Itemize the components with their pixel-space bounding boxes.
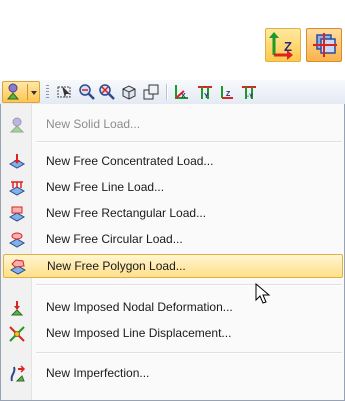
sectional-view-icon[interactable]	[306, 28, 342, 62]
zoom-all-icon[interactable]	[98, 83, 116, 101]
svg-text:X: X	[181, 93, 186, 100]
select-icon[interactable]	[56, 83, 74, 101]
imposed-line-displacement-icon	[8, 325, 26, 343]
mouse-cursor-icon	[255, 283, 271, 304]
free-circular-load-icon	[8, 231, 26, 249]
menu-item-new-free-concentrated-load[interactable]: New Free Concentrated Load...	[3, 150, 343, 174]
menu-item-label: New Imposed Line Displacement...	[46, 326, 232, 340]
menu-item-new-imposed-line-displacement[interactable]: New Imposed Line Displacement...	[3, 322, 343, 346]
menu-item-label: New Free Rectangular Load...	[46, 206, 207, 220]
menu-item-new-free-polygon-load[interactable]: New Free Polygon Load...	[3, 254, 343, 278]
menu-item-new-imposed-nodal-deformation[interactable]: New Imposed Nodal Deformation...	[3, 296, 343, 320]
menu-item-label: New Imposed Nodal Deformation...	[46, 300, 233, 314]
solid-load-icon	[8, 116, 26, 134]
toolbar-grip[interactable]	[46, 85, 49, 99]
x-axis-view-icon[interactable]: X	[172, 83, 190, 101]
menu-item-new-free-rectangular-load[interactable]: New Free Rectangular Load...	[3, 202, 343, 226]
menu-item-label: New Imperfection...	[46, 366, 150, 380]
menu-item-new-solid-load: New Solid Load...	[3, 113, 343, 137]
menu-item-label: New Solid Load...	[46, 117, 141, 131]
imperfection-icon	[8, 365, 26, 383]
minus-y-axis-view-icon[interactable]: -Y	[240, 83, 258, 101]
toolbar-separator	[166, 84, 167, 100]
new-load-dropdown-button[interactable]	[2, 81, 40, 103]
menu-item-new-imperfection[interactable]: New Imperfection...	[3, 362, 343, 386]
menu-item-label: New Free Circular Load...	[46, 232, 183, 246]
svg-text:Z: Z	[226, 91, 231, 98]
dropdown-divider	[27, 84, 28, 100]
svg-text:Y: Y	[204, 93, 209, 100]
iso-view-icon[interactable]	[142, 83, 160, 101]
z-axis-load-icon[interactable]: Z	[265, 28, 301, 62]
chevron-down-icon[interactable]	[29, 82, 39, 102]
menu-item-label: New Free Concentrated Load...	[46, 154, 214, 168]
free-line-load-icon	[8, 179, 26, 197]
y-axis-view-icon[interactable]: Y	[196, 83, 214, 101]
z-axis-view-icon[interactable]: Z	[218, 83, 236, 101]
free-concentrated-load-icon	[8, 153, 26, 171]
z-axis-label: Z	[284, 39, 292, 54]
menu-icon-gutter	[1, 104, 32, 400]
menu-item-new-free-line-load[interactable]: New Free Line Load...	[3, 176, 343, 200]
menu-separator	[36, 284, 342, 285]
toolbar: X Y Z -Y	[0, 80, 345, 105]
rfem-new-load-menu-screenshot: Z X Y Z -Y New Solid Load... New Free Co…	[0, 0, 345, 401]
new-load-menu: New Solid Load... New Free Concentrated …	[0, 104, 345, 401]
svg-text:-Y: -Y	[247, 94, 253, 100]
cube-view-icon[interactable]	[120, 83, 138, 101]
imposed-nodal-deformation-icon	[8, 299, 26, 317]
menu-item-new-free-circular-load[interactable]: New Free Circular Load...	[3, 228, 343, 252]
menu-item-label: New Free Polygon Load...	[47, 259, 186, 273]
free-rectangular-load-icon	[8, 205, 26, 223]
menu-separator	[36, 141, 342, 142]
menu-separator	[36, 352, 342, 353]
zoom-window-icon[interactable]	[78, 83, 96, 101]
free-polygon-load-icon	[9, 258, 27, 276]
menu-item-label: New Free Line Load...	[46, 180, 165, 194]
